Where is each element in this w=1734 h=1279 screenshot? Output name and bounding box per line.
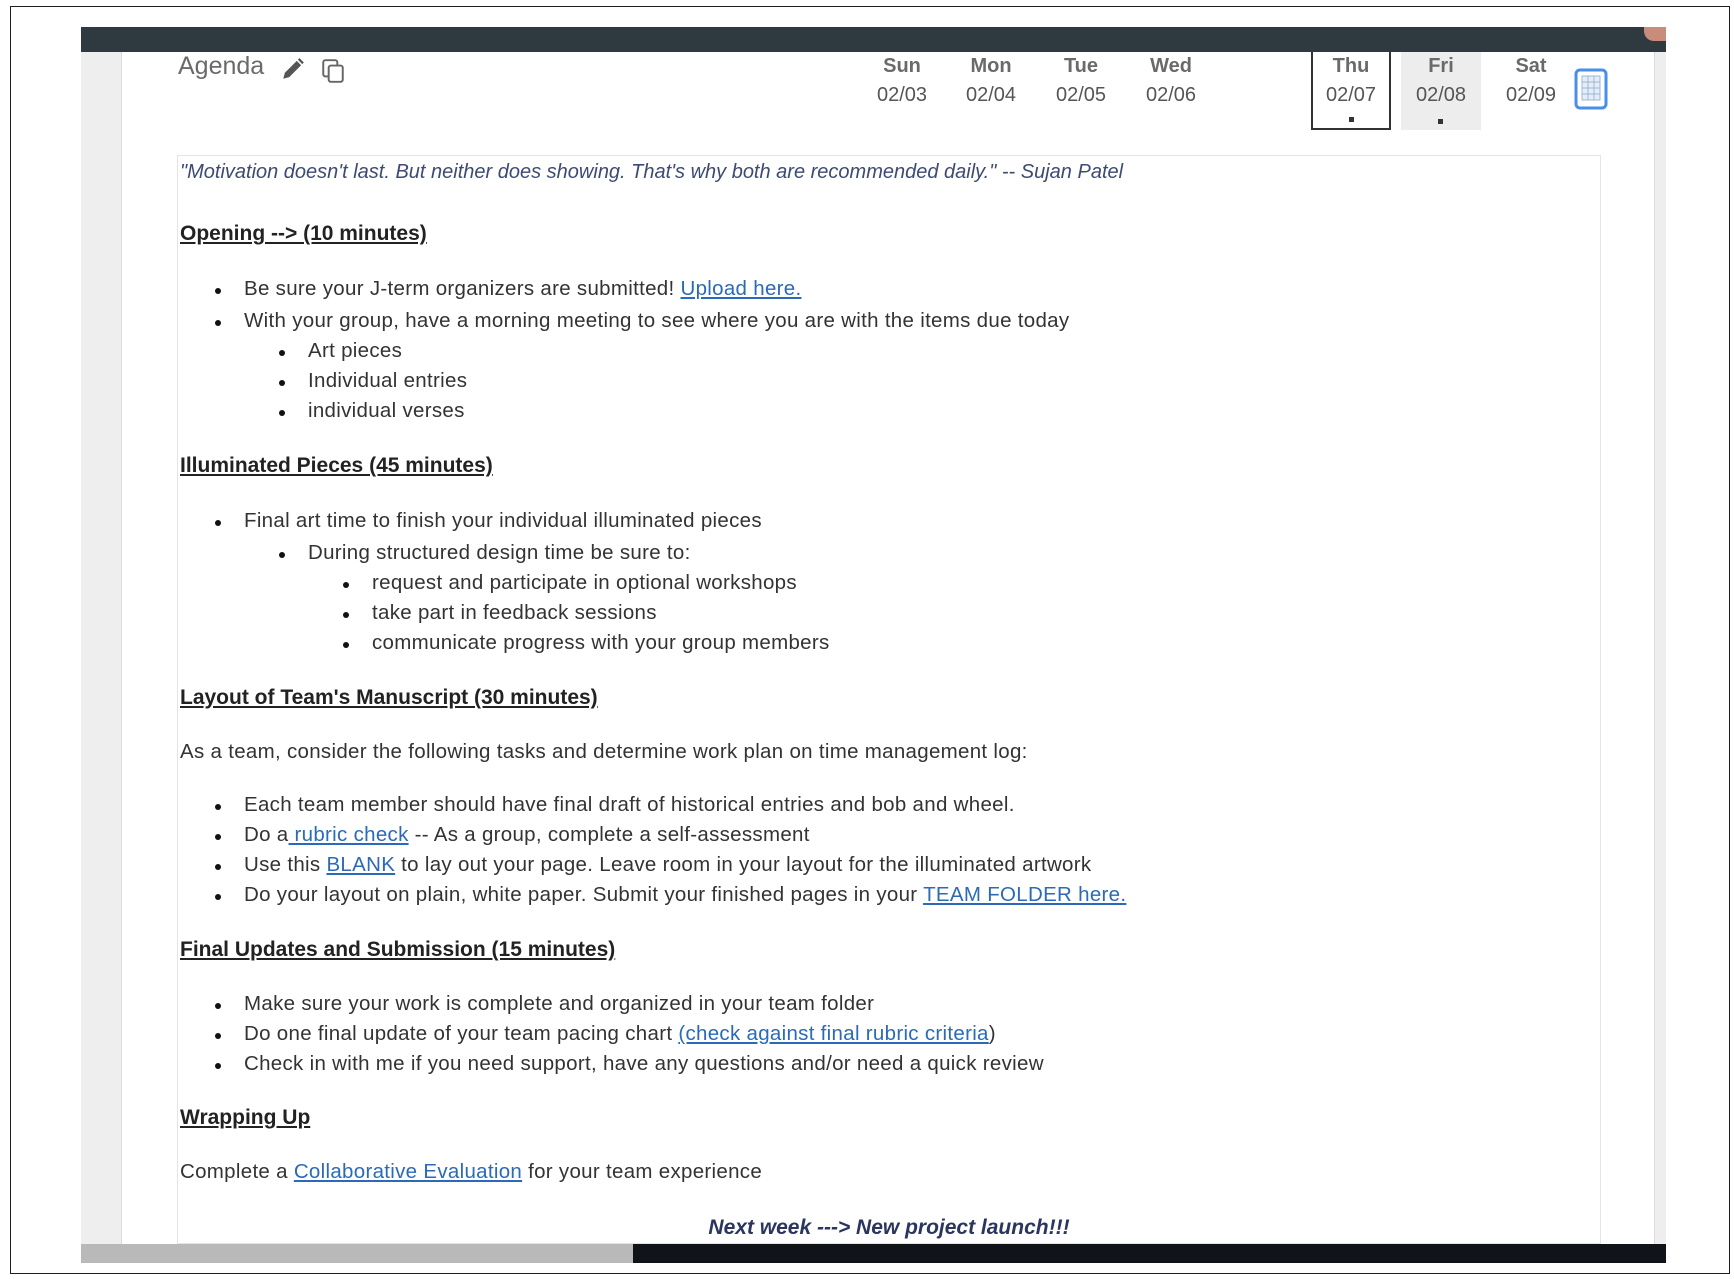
list-item: take part in feedback sessions — [343, 601, 657, 624]
agenda-title: Agenda — [178, 52, 265, 80]
rubric-criteria-link[interactable]: (check against final rubric criteria — [678, 1022, 988, 1045]
item-text: to lay out your page. Leave room in your… — [395, 853, 1092, 876]
list-item: Final art time to finish your individual… — [215, 509, 762, 532]
right-scroll-gutter[interactable] — [1654, 52, 1666, 1244]
day-date: 02/04 — [965, 84, 1017, 106]
blank-template-link[interactable]: BLANK — [326, 853, 395, 876]
list-item: Art pieces — [278, 339, 403, 362]
has-agenda-dot — [1438, 119, 1443, 124]
agenda-content: "Motivation doesn't last. But neither do… — [177, 155, 1601, 1244]
list-item: Do one final update of your team pacing … — [215, 1022, 996, 1046]
list-item: request and participate in optional work… — [343, 571, 797, 594]
list-item: Make sure your work is complete and orga… — [214, 992, 875, 1015]
next-week-note: Next week ---> New project launch!!! — [708, 1216, 1070, 1239]
day-name: Fri — [1428, 55, 1454, 77]
layout-intro: As a team, consider the following tasks … — [180, 740, 1028, 763]
item-text: Complete a — [180, 1160, 294, 1183]
day-name: Sat — [1515, 55, 1547, 77]
layout-heading: Layout of Team's Manuscript (30 minutes) — [180, 686, 598, 709]
list-item: Be sure your J-term organizers are submi… — [214, 277, 802, 301]
final-updates-heading: Final Updates and Submission (15 minutes… — [180, 938, 616, 961]
item-text: ) — [988, 1022, 996, 1045]
item-text: -- As a group, complete a self-assessmen… — [408, 823, 810, 846]
day-date: 02/07 — [1325, 84, 1377, 106]
list-item: With your group, have a morning meeting … — [214, 309, 1070, 332]
has-agenda-dot — [1349, 117, 1354, 122]
day-tue[interactable]: Tue 02/05 — [1039, 52, 1123, 130]
item-text: Be sure your J-term organizers are submi… — [244, 277, 681, 300]
list-item: Do your layout on plain, white paper. Su… — [214, 883, 1126, 907]
rubric-check-link[interactable]: rubric check — [289, 823, 409, 846]
agenda-header: Agenda Sun 02/03 Mon 02/04 Tue 02/05 Wed… — [122, 52, 1654, 152]
illuminated-heading: Illuminated Pieces (45 minutes) — [180, 454, 493, 477]
bottom-scrollbar[interactable] — [81, 1244, 633, 1263]
list-item: Use this BLANK to lay out your page. Lea… — [214, 853, 1092, 877]
list-item: Check in with me if you need support, ha… — [215, 1052, 1044, 1075]
daily-quote: "Motivation doesn't last. But neither do… — [180, 161, 1124, 183]
day-sat[interactable]: Sat 02/09 — [1489, 52, 1573, 130]
day-date: 02/03 — [876, 84, 928, 106]
day-name: Tue — [1063, 55, 1099, 77]
wrapping-up-heading: Wrapping Up — [180, 1106, 311, 1129]
list-item: Do a rubric check -- As a group, complet… — [215, 823, 810, 847]
toolbar-corner — [1644, 27, 1666, 41]
day-date: 02/05 — [1055, 84, 1107, 106]
upload-link[interactable]: Upload here. — [681, 277, 802, 300]
pencil-icon[interactable] — [280, 56, 306, 82]
collaborative-evaluation-link[interactable]: Collaborative Evaluation — [294, 1160, 522, 1183]
day-thu-selected[interactable]: Thu 02/07 — [1311, 52, 1391, 130]
item-text: Do one final update of your team pacing … — [244, 1022, 679, 1045]
day-name: Sun — [883, 55, 921, 77]
list-item: individual verses — [279, 399, 465, 422]
copy-icon[interactable] — [320, 58, 346, 84]
day-name: Thu — [1332, 55, 1370, 77]
item-text: Do a — [244, 823, 289, 846]
team-folder-link[interactable]: TEAM FOLDER here. — [923, 883, 1126, 906]
bottom-taskbar — [633, 1244, 1666, 1263]
list-item: Individual entries — [278, 369, 468, 392]
item-text: for your team experience — [522, 1160, 763, 1183]
day-name: Wed — [1150, 55, 1192, 77]
list-item: Each team member should have final draft… — [215, 793, 1015, 816]
day-date: 02/09 — [1505, 84, 1557, 106]
day-fri-today[interactable]: Fri 02/08 — [1401, 52, 1481, 130]
list-item: communicate progress with your group mem… — [343, 631, 830, 654]
opening-heading: Opening --> (10 minutes) — [180, 222, 427, 245]
calendar-icon[interactable] — [1574, 68, 1608, 110]
left-gutter — [81, 52, 122, 1244]
day-date: 02/08 — [1415, 84, 1467, 106]
top-toolbar — [81, 27, 1666, 52]
day-wed[interactable]: Wed 02/06 — [1129, 52, 1213, 130]
day-sun[interactable]: Sun 02/03 — [860, 52, 944, 130]
day-mon[interactable]: Mon 02/04 — [949, 52, 1033, 130]
day-date: 02/06 — [1145, 84, 1197, 106]
list-item: During structured design time be sure to… — [279, 541, 691, 564]
item-text: Do your layout on plain, white paper. Su… — [244, 883, 924, 906]
item-text: Use this — [244, 853, 327, 876]
day-name: Mon — [970, 55, 1012, 77]
wrap-paragraph: Complete a Collaborative Evaluation for … — [180, 1160, 762, 1184]
